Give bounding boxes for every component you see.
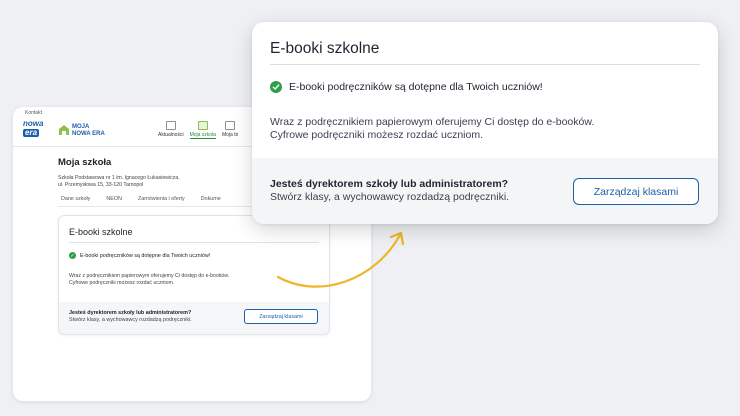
panel-footer: Jesteś dyrektorem szkoły lub administrat… [252, 158, 718, 224]
description-line: Cyfrowe podręczniki możesz rozdać ucznio… [69, 279, 175, 286]
status-text: E-booki podręczników są dotępne dla Twoi… [289, 81, 543, 93]
status-message: ✓ E-booki podręczników są dotępne dla Tw… [69, 252, 210, 259]
tab-neon[interactable]: NEON [106, 196, 122, 202]
footer-question-text: Jesteś dyrektorem szkoły lub administrat… [270, 178, 509, 190]
nowa-era-logo[interactable]: nowa era [23, 120, 45, 142]
curved-arrow-icon [276, 231, 405, 288]
description-line: Wraz z podręcznikiem papierowym oferujem… [69, 273, 230, 279]
nav-item-label: Moja bi [221, 132, 239, 138]
moja-logo-icon [59, 125, 69, 135]
panel-description: Wraz z podręcznikiem papierowym oferujem… [270, 116, 594, 142]
nav-item-label: Moja szkoła [189, 132, 216, 139]
news-icon [165, 121, 176, 130]
footer-question: Jesteś dyrektorem szkoły lub administrat… [69, 310, 192, 324]
ebooks-panel-zoom: E-booki szkolne E-booki podręczników są … [252, 22, 718, 224]
nav-item-my-school[interactable]: Moja szkoła [189, 121, 216, 139]
check-circle-icon [270, 81, 282, 93]
footer-question: Jesteś dyrektorem szkoły lub administrat… [270, 178, 509, 204]
main-nav: Aktualności Moja szkoła Moja bi [158, 121, 238, 139]
nav-item-library[interactable]: Moja bi [222, 121, 238, 139]
logo-moja-line2: NOWA ERA [72, 131, 105, 137]
description-line: Wraz z podręcznikiem papierowym oferujem… [270, 116, 595, 128]
logo-moja-line1: MOJA [72, 124, 90, 130]
address-line: Szkoła Podstawowa nr 1 im. Ignacego Łuka… [58, 175, 180, 181]
logo-era-text: era [23, 128, 40, 137]
nav-item-news[interactable]: Aktualności [158, 121, 184, 139]
page-title: Moja szkoła [58, 157, 112, 168]
panel-title: E-booki szkolne [270, 40, 380, 57]
logo-nowa-text: nowa [23, 119, 44, 128]
status-message: E-booki podręczników są dotępne dla Twoi… [270, 81, 543, 93]
manage-classes-button[interactable]: Zarządzaj klasami [573, 178, 699, 205]
tab-documents[interactable]: Dokume [201, 196, 221, 202]
school-tabs: Dane szkoły NEON Zamówienia i oferty Dok… [61, 196, 221, 202]
school-address: Szkoła Podstawowa nr 1 im. Ignacego Łuka… [58, 175, 180, 189]
footer-question-text: Jesteś dyrektorem szkoły lub administrat… [69, 310, 192, 316]
nav-item-label: Aktualności [158, 132, 184, 138]
library-icon [225, 121, 236, 130]
contact-link[interactable]: Kontakt [25, 110, 42, 116]
footer-subtext: Stwórz klasy, a wychowawcy rozdadzą podr… [270, 191, 510, 203]
address-line: ul. Przemysłowa 15, 33-120 Tarnopol [58, 182, 144, 188]
panel-description: Wraz z podręcznikiem papierowym oferujem… [69, 273, 229, 286]
panel-footer: Jesteś dyrektorem szkoły lub administrat… [59, 302, 329, 334]
footer-subtext: Stwórz klasy, a wychowawcy rozdadzą podr… [69, 317, 192, 323]
check-circle-icon: ✓ [69, 252, 76, 259]
tab-orders[interactable]: Zamówienia i oferty [138, 196, 185, 202]
panel-divider [270, 64, 700, 65]
description-line: Cyfrowe podręczniki możesz rozdać ucznio… [270, 129, 483, 141]
panel-title: E-booki szkolne [69, 227, 133, 237]
manage-classes-button[interactable]: Zarządzaj klasami [244, 309, 318, 324]
tab-school-data[interactable]: Dane szkoły [61, 196, 90, 202]
status-text: E-booki podręczników są dotępne dla Twoi… [80, 252, 211, 259]
school-icon [197, 121, 208, 130]
